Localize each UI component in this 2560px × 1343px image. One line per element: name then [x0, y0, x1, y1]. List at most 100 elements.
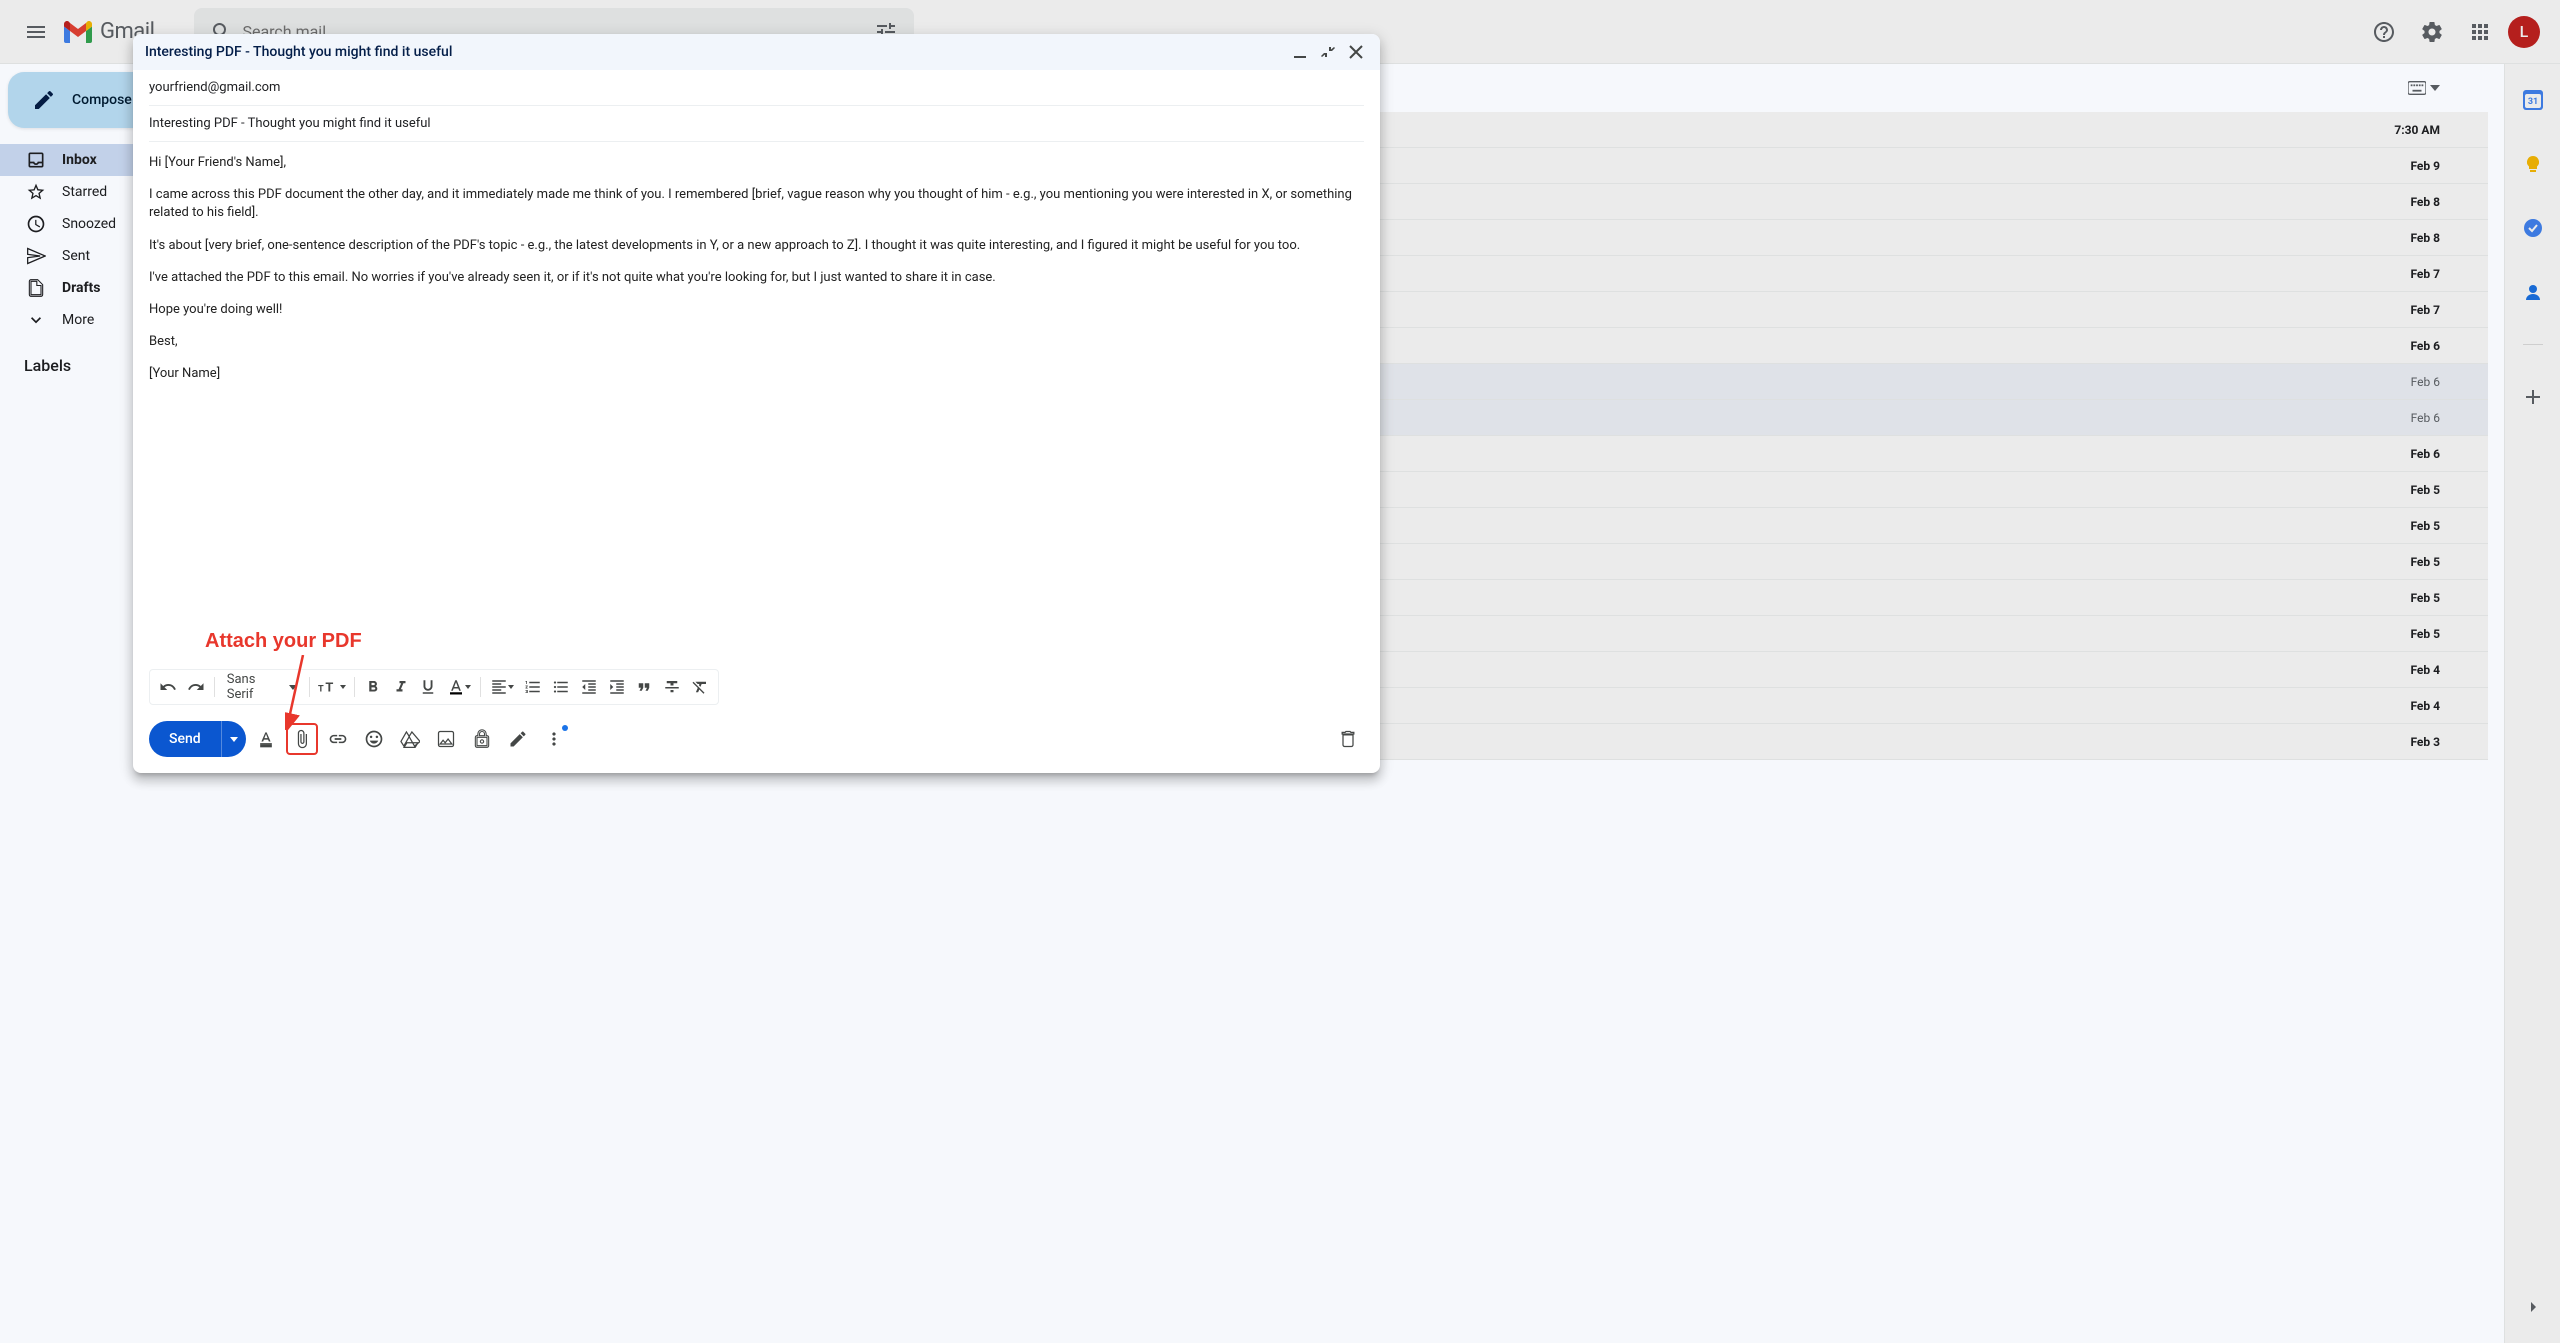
formatting-options-button[interactable]	[250, 723, 282, 755]
underline-icon	[419, 678, 437, 696]
clear-format-icon	[691, 678, 709, 696]
keep-icon	[2523, 154, 2543, 174]
to-field[interactable]: yourfriend@gmail.com	[149, 70, 1364, 106]
indent-less-button[interactable]	[575, 673, 603, 701]
italic-button[interactable]	[387, 673, 415, 701]
input-tools[interactable]	[2408, 81, 2440, 95]
bold-icon	[364, 678, 382, 696]
compose-label: Compose	[72, 92, 132, 108]
format-toolbar: Sans Serif TT	[149, 669, 719, 705]
align-left-icon	[490, 678, 508, 696]
compose-title: Interesting PDF - Thought you might find…	[145, 44, 1288, 60]
apps-button[interactable]	[2460, 12, 2500, 52]
quote-icon	[635, 678, 653, 696]
font-size-icon: TT	[318, 678, 340, 696]
support-button[interactable]	[2364, 12, 2404, 52]
get-addons-button[interactable]	[2513, 377, 2553, 417]
chevron-right-icon	[2523, 1297, 2543, 1317]
compose-header[interactable]: Interesting PDF - Thought you might find…	[133, 34, 1380, 70]
text-color-icon	[447, 678, 465, 696]
hide-panel-button[interactable]	[2513, 1287, 2553, 1327]
bulleted-list-button[interactable]	[547, 673, 575, 701]
drive-icon	[400, 729, 420, 749]
strikethrough-icon	[663, 678, 681, 696]
discard-draft-button[interactable]	[1332, 723, 1364, 755]
right-side-panel: 31	[2504, 64, 2560, 1343]
plus-icon	[2523, 387, 2543, 407]
annotation-label: Attach your PDF	[205, 630, 362, 653]
gmail-icon	[64, 21, 92, 43]
settings-button[interactable]	[2412, 12, 2452, 52]
redo-icon	[187, 678, 205, 696]
strikethrough-button[interactable]	[658, 673, 686, 701]
annotation-arrow	[285, 655, 315, 730]
insert-emoji-button[interactable]	[358, 723, 390, 755]
redo-button[interactable]	[182, 673, 210, 701]
confidential-mode-button[interactable]	[466, 723, 498, 755]
image-icon	[436, 729, 456, 749]
contacts-icon	[2523, 282, 2543, 302]
close-button[interactable]	[1344, 40, 1368, 64]
inbox-icon	[26, 150, 46, 170]
mail-date: Feb 9	[2410, 159, 2472, 173]
attachment-icon	[292, 729, 312, 749]
sidebar-item-label: More	[62, 312, 94, 328]
sidebar-item-label: Snoozed	[62, 216, 116, 232]
send-button[interactable]: Send	[149, 721, 246, 757]
remove-format-button[interactable]	[686, 673, 714, 701]
account-avatar[interactable]: L	[2508, 16, 2540, 48]
sidebar-item-label: Starred	[62, 184, 107, 200]
mail-date: Feb 7	[2410, 303, 2472, 317]
font-size-button[interactable]: TT	[314, 673, 350, 701]
file-icon	[26, 278, 46, 298]
mail-date: Feb 5	[2410, 483, 2472, 497]
emoji-icon	[364, 729, 384, 749]
quote-button[interactable]	[630, 673, 658, 701]
numbered-list-icon	[524, 678, 542, 696]
fullscreen-button[interactable]	[1316, 40, 1340, 64]
numbered-list-button[interactable]	[519, 673, 547, 701]
suggestion-indicator	[562, 725, 568, 731]
subject-field[interactable]: Interesting PDF - Thought you might find…	[149, 106, 1364, 142]
contacts-addon[interactable]	[2513, 272, 2553, 312]
menu-icon	[24, 20, 48, 44]
sidebar-item-label: Inbox	[62, 152, 97, 168]
calendar-addon[interactable]: 31	[2513, 80, 2553, 120]
minimize-button[interactable]	[1288, 40, 1312, 64]
close-icon	[1349, 45, 1363, 59]
fullscreen-exit-icon	[1321, 45, 1335, 59]
insert-signature-button[interactable]	[502, 723, 534, 755]
bold-button[interactable]	[359, 673, 387, 701]
mail-date: Feb 5	[2410, 519, 2472, 533]
align-button[interactable]	[485, 673, 519, 701]
more-vert-icon	[544, 729, 564, 749]
bulleted-list-icon	[552, 678, 570, 696]
undo-button[interactable]	[154, 673, 182, 701]
mail-date: Feb 5	[2410, 555, 2472, 569]
mail-date: Feb 8	[2410, 195, 2472, 209]
indent-more-button[interactable]	[603, 673, 631, 701]
tasks-icon	[2523, 218, 2543, 238]
tasks-addon[interactable]	[2513, 208, 2553, 248]
mail-date: Feb 4	[2410, 663, 2472, 677]
insert-link-button[interactable]	[322, 723, 354, 755]
mail-date: Feb 6	[2411, 375, 2472, 389]
main-menu-button[interactable]	[12, 8, 60, 56]
compose-footer: Send	[133, 713, 1380, 773]
minimize-icon	[1293, 45, 1307, 59]
underline-button[interactable]	[415, 673, 443, 701]
indent-less-icon	[580, 678, 598, 696]
more-options-button[interactable]	[538, 723, 570, 755]
insert-photo-button[interactable]	[430, 723, 462, 755]
compose-body[interactable]: Hi [Your Friend's Name], I came across t…	[133, 142, 1380, 669]
svg-text:31: 31	[2527, 97, 2537, 107]
svg-text:T: T	[318, 685, 324, 695]
send-options-button[interactable]	[222, 721, 246, 757]
insert-drive-button[interactable]	[394, 723, 426, 755]
mail-date: Feb 4	[2410, 699, 2472, 713]
send-button-main[interactable]: Send	[149, 721, 222, 757]
keep-addon[interactable]	[2513, 144, 2553, 184]
italic-icon	[392, 678, 410, 696]
indent-more-icon	[608, 678, 626, 696]
text-color-button[interactable]	[442, 673, 476, 701]
